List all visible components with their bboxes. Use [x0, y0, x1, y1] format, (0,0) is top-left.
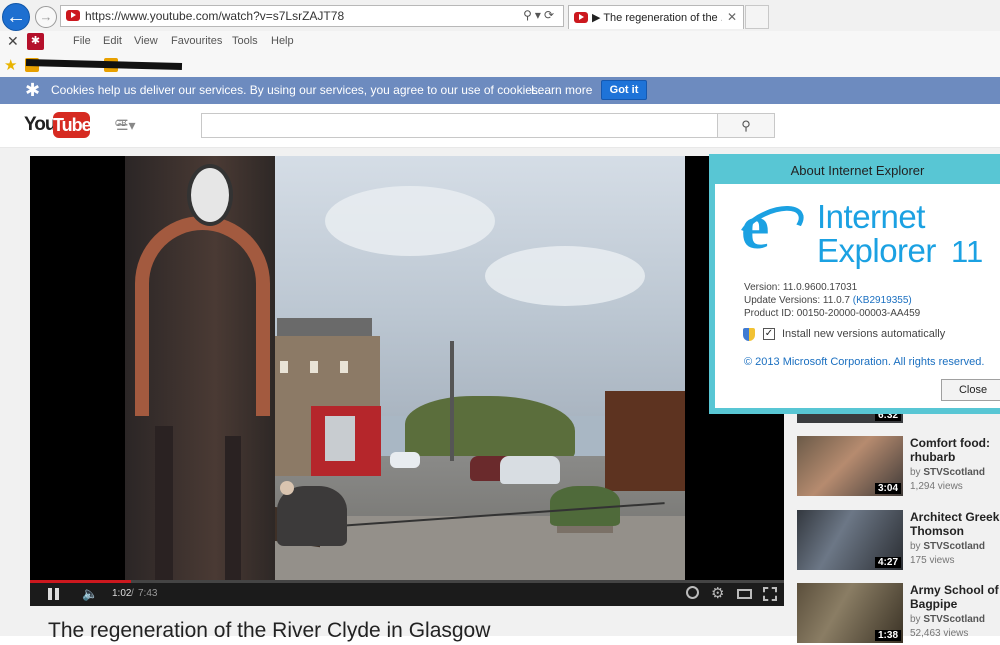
learn-more-link[interactable]: Learn more — [531, 83, 592, 97]
kb-link[interactable]: (KB2919355) — [853, 295, 912, 306]
dialog-titlebar[interactable]: About Internet Explorer — [715, 160, 1000, 184]
new-tab-button[interactable] — [745, 5, 769, 29]
youtube-favicon-icon — [574, 12, 588, 23]
browser-chrome: ← → https://www.youtube.com/watch?v=s7Ls… — [0, 0, 1000, 77]
menu-file[interactable]: File — [73, 35, 91, 47]
logo-e: e — [741, 191, 770, 262]
logo-tube: Tube — [53, 112, 92, 138]
video-clock-pillar — [155, 426, 173, 580]
menu-edit[interactable]: Edit — [103, 35, 122, 47]
fullscreen-icon[interactable] — [763, 587, 777, 601]
watch-later-icon[interactable] — [686, 586, 699, 599]
search-button[interactable]: ⚲ — [717, 113, 775, 138]
related-title[interactable]: Army School of Bagpipe Highland Drumming — [910, 583, 1000, 613]
related-video[interactable]: 3:04 Comfort food: rhubarb crumble by ST… — [797, 436, 1000, 498]
close-tab-icon[interactable]: ✕ — [727, 10, 737, 24]
total-time: 7:43 — [138, 588, 158, 599]
tab-youtube[interactable]: ▶ The regeneration of the ... ✕ — [568, 5, 744, 29]
video-clock-pillar — [225, 436, 241, 580]
time-separator: / — [131, 588, 134, 599]
video-shop-shutter — [325, 416, 355, 461]
product-name-line2: Explorer — [817, 232, 936, 269]
close-icon[interactable]: ✕ — [7, 33, 19, 50]
auto-update-label[interactable]: Install new versions automatically — [782, 328, 945, 340]
video-window — [310, 361, 318, 373]
navigation-row: ← → https://www.youtube.com/watch?v=s7Ls… — [0, 0, 1000, 31]
copyright-link[interactable]: © 2013 Microsoft Corporation. All rights… — [744, 356, 984, 368]
video-cloud — [325, 186, 495, 256]
video-right-building — [605, 391, 685, 491]
video-frame[interactable] — [125, 156, 685, 580]
back-button[interactable]: ← — [2, 3, 30, 31]
video-person-head — [280, 481, 294, 495]
theater-mode-icon[interactable] — [737, 589, 752, 599]
related-thumbnail[interactable]: 3:04 — [797, 436, 903, 496]
menu-favourites[interactable]: Favourites — [171, 35, 222, 47]
youtube-favicon-icon — [66, 10, 80, 21]
cookie-text: Cookies help us deliver our services. By… — [51, 83, 542, 97]
video-window — [280, 361, 288, 373]
forward-button[interactable]: → — [35, 6, 57, 28]
related-thumbnail[interactable]: 4:27 — [797, 510, 903, 570]
video-cloud — [485, 246, 645, 306]
menu-help[interactable]: Help — [271, 35, 294, 47]
address-url[interactable]: https://www.youtube.com/watch?v=s7LsrZAJ… — [85, 9, 344, 23]
related-channel[interactable]: by STVScotland — [910, 467, 985, 478]
video-window — [340, 361, 348, 373]
favourites-star-icon[interactable]: ★ — [4, 56, 17, 74]
related-views: 1,294 views — [910, 481, 963, 492]
search-icon: ⚲ — [741, 118, 751, 133]
product-version: 11 — [951, 234, 984, 269]
tab-title: ▶ The regeneration of the ... — [592, 12, 722, 24]
menu-view[interactable]: View — [134, 35, 158, 47]
dialog-title: About Internet Explorer — [790, 163, 925, 178]
video-people — [277, 486, 347, 546]
address-bar[interactable]: https://www.youtube.com/watch?v=s7LsrZAJ… — [60, 5, 564, 27]
current-time: 1:02 — [112, 588, 132, 599]
related-video[interactable]: 4:27 Architect Greek Thomson under threa… — [797, 510, 1000, 572]
related-views: 52,463 views — [910, 628, 969, 639]
gear-icon[interactable]: ⚙ — [711, 584, 724, 602]
cookie-gear-icon: ✱ — [25, 80, 41, 100]
video-player[interactable]: 🔈 1:02 / 7:43 ⚙ — [30, 156, 784, 606]
video-car — [390, 452, 420, 468]
product-id-line: Product ID: 00150-20000-00003-AA459 — [744, 308, 921, 319]
version-line: Version: 11.0.9600.17031 — [744, 282, 858, 293]
menu-bar: ✕ ✱ File Edit View Favourites Tools Help — [0, 31, 1000, 53]
youtube-header: You Tube GB ☰▾ ⚲ — [0, 104, 1000, 148]
thumbnail-duration: 4:27 — [874, 557, 901, 568]
thumbnail-duration: 3:04 — [874, 483, 901, 494]
related-thumbnail[interactable]: 1:38 — [797, 583, 903, 643]
addon-icon[interactable]: ✱ — [27, 33, 44, 50]
video-clock-arch — [135, 216, 270, 416]
got-it-button[interactable]: Got it — [601, 80, 647, 100]
related-channel[interactable]: by STVScotland — [910, 541, 985, 552]
search-input[interactable] — [201, 113, 718, 138]
related-title[interactable]: Comfort food: rhubarb crumble — [910, 436, 1000, 466]
search-refresh-icons[interactable]: ⚲▾⟳ — [523, 8, 557, 22]
uac-shield-icon — [743, 328, 755, 341]
video-lamp-post — [450, 341, 454, 461]
video-clock-face — [187, 164, 233, 226]
logo-you: You — [24, 114, 57, 135]
video-title: The regeneration of the River Clyde in G… — [48, 619, 491, 642]
product-name-line1: Internet — [817, 198, 925, 235]
auto-update-checkbox[interactable]: ✓ — [763, 328, 775, 340]
menu-tools[interactable]: Tools — [232, 35, 258, 47]
internet-explorer-logo-icon: e — [731, 191, 811, 262]
related-views: 175 views — [910, 555, 955, 566]
related-title[interactable]: Architect Greek Thomson under threat — [910, 510, 1000, 540]
volume-icon[interactable]: 🔈 — [82, 586, 98, 602]
update-versions: Update Versions: 11.0.7 — [744, 295, 850, 306]
player-controls: 🔈 1:02 / 7:43 ⚙ — [30, 583, 784, 606]
related-channel[interactable]: by STVScotland — [910, 614, 985, 625]
video-car — [500, 456, 560, 484]
about-dialog: About Internet Explorer e Internet Explo… — [709, 154, 1000, 414]
update-versions-line: Update Versions: 11.0.7 (KB2919355) — [744, 295, 912, 306]
cookie-notice: ✱ Cookies help us deliver our services. … — [0, 77, 1000, 104]
guide-menu-icon[interactable]: ☰▾ — [116, 117, 136, 134]
close-button[interactable]: Close — [941, 379, 1000, 401]
pause-icon[interactable] — [48, 588, 60, 600]
